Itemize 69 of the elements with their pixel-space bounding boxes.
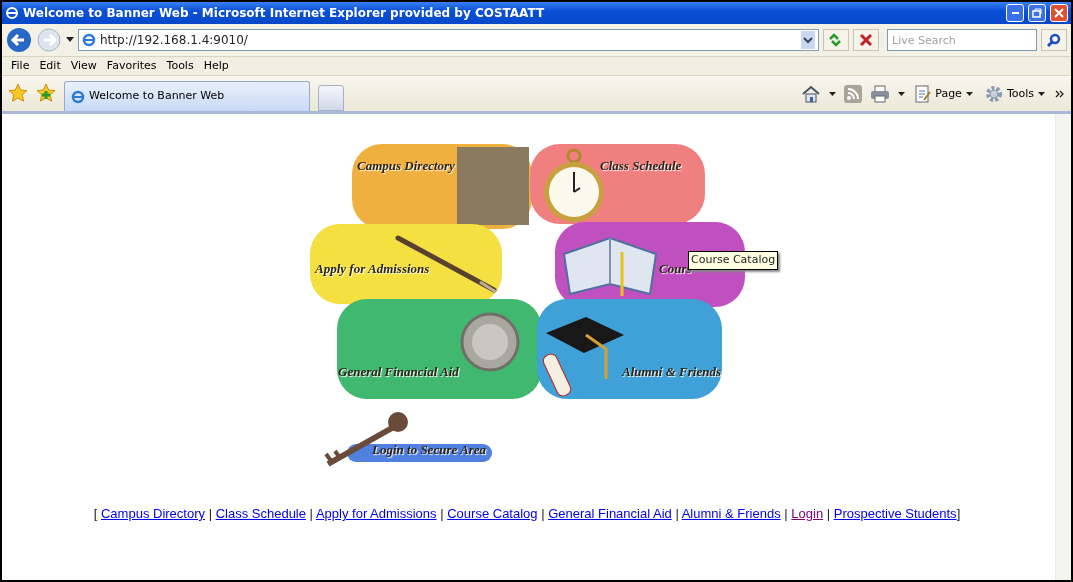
separator: | [208,506,213,521]
separator: | [309,506,313,521]
browser-tab[interactable]: Welcome to Banner Web [64,81,310,111]
stop-icon [860,34,872,46]
restore-button[interactable] [1028,4,1046,22]
map-label[interactable]: Campus Directory [357,156,455,176]
footer-link[interactable]: Alumni & Friends [681,506,781,521]
footer-link[interactable]: Prospective Students [833,506,957,521]
search-icon [1047,33,1061,47]
gear-icon [984,85,1003,103]
menu-item[interactable]: View [65,57,102,75]
dropdown-caret-icon[interactable] [829,91,837,97]
home-icon[interactable] [801,85,822,103]
menu-item[interactable]: File [6,57,35,75]
ie-logo-icon [5,6,19,20]
dropdown-caret-icon [1038,91,1045,97]
bracket: ] [956,506,961,521]
address-field[interactable]: http://192.168.1.4:9010/ [78,29,819,51]
coin-drawing [460,312,520,372]
separator: | [440,506,444,521]
refresh-icon [828,33,844,47]
bracket: [ [93,506,98,521]
map-label[interactable]: Apply for Admissions [315,259,430,279]
dropdown-caret-icon[interactable] [66,37,74,43]
separator: | [826,506,831,521]
tooltip: Course Catalog [688,251,779,270]
back-icon[interactable] [6,27,32,53]
refresh-button[interactable] [823,29,849,51]
ie-page-icon [82,33,96,47]
command-menu[interactable]: Tools [982,85,1047,103]
command-menu[interactable]: Page [913,85,975,103]
footer-link[interactable]: General Financial Aid [548,506,672,521]
footer-link[interactable]: Apply for Admissions [315,506,437,521]
minimize-icon [1011,12,1019,14]
map-label[interactable]: Class Schedule [600,156,682,176]
search-field[interactable]: Live Search [887,29,1037,51]
menu-item[interactable]: Favorites [101,57,162,75]
menu-item[interactable]: Help [198,57,234,75]
separator: | [541,506,545,521]
footer-link[interactable]: Login [791,506,824,521]
page-icon [915,85,932,103]
dropdown-caret-icon[interactable] [801,31,815,49]
map-tile[interactable] [347,444,492,462]
minimize-button[interactable] [1006,4,1024,22]
footer-link[interactable]: Class Schedule [215,506,306,521]
separator: | [784,506,788,521]
map-label[interactable]: Alumni & Friends [622,362,721,382]
window-title: Welcome to Banner Web - Microsoft Internet Explorer provided by COSTAATT [23,5,546,22]
map-tile[interactable] [310,224,502,304]
scrollbar[interactable] [1055,114,1071,580]
dropdown-caret-icon[interactable] [898,91,906,97]
ie-page-icon [71,89,85,104]
star-icon[interactable] [8,83,28,103]
dropdown-caret-icon [965,91,973,97]
map-label[interactable]: General Financial Aid [338,362,459,382]
menu-item[interactable]: Tools [161,57,199,75]
map-label[interactable]: Login to Secure Area [372,440,486,460]
menu-item[interactable]: Edit [34,57,66,75]
stop-button[interactable] [853,29,879,51]
close-button[interactable] [1050,4,1068,22]
footer-link[interactable]: Campus Directory [101,506,205,521]
star-plus-icon[interactable] [36,83,56,103]
separator: | [675,506,679,521]
print-icon[interactable] [870,85,891,103]
footer-link[interactable]: Course Catalog [447,506,538,521]
search-button[interactable] [1041,29,1067,51]
close-icon [1053,7,1065,19]
restore-icon [1031,7,1043,19]
chevron-icon[interactable] [1055,90,1065,98]
